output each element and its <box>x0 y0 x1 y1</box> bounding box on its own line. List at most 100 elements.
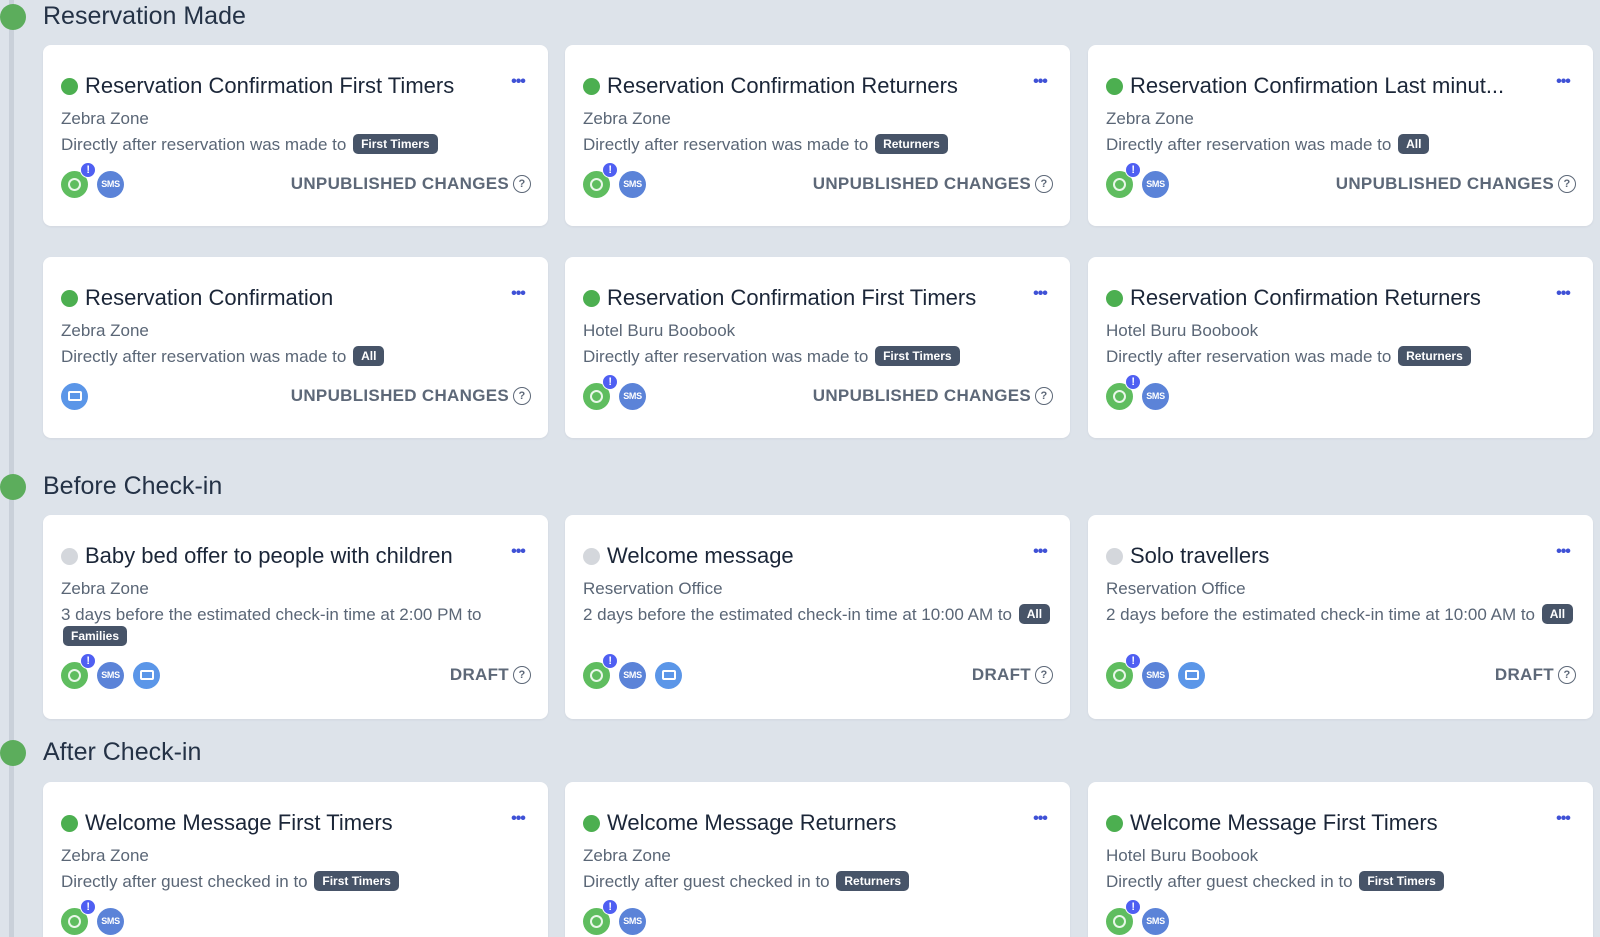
more-options-button[interactable]: ••• <box>506 285 530 305</box>
active-status-dot <box>1106 814 1123 832</box>
whatsapp-icon: ! <box>61 652 96 689</box>
status-text: DRAFT <box>1494 665 1554 684</box>
sms-icon: SMS <box>619 661 646 689</box>
card-title[interactable]: Reservation Confirmation Last minut... <box>1130 73 1504 99</box>
status-label: DRAFT? <box>450 661 531 689</box>
status-label: UNPUBLISHED CHANGES? <box>813 382 1053 410</box>
active-status-dot <box>1106 289 1123 307</box>
help-icon[interactable]: ? <box>1035 666 1053 684</box>
automation-card[interactable]: Reservation Confirmation ••• Zebra Zone Dir… <box>43 257 548 438</box>
card-title[interactable]: Reservation Confirmation Returners <box>1130 285 1481 311</box>
card-trigger: 2 days before the estimated check-in tim… <box>583 604 1052 626</box>
draft-status-dot <box>61 547 78 565</box>
status-label: DRAFT? <box>1495 661 1576 689</box>
channel-icons <box>61 382 97 410</box>
trigger-text: 2 days before the estimated check-in tim… <box>583 605 1013 624</box>
whatsapp-glyph <box>590 389 603 403</box>
email-icon <box>655 661 682 689</box>
card-location: Zebra Zone <box>61 109 149 128</box>
automation-card[interactable]: Welcome message ••• Reservation Office 2 da… <box>565 515 1070 719</box>
automation-card[interactable]: Reservation Confirmation Last minut... ••… <box>1088 45 1593 226</box>
automation-card[interactable]: Reservation Confirmation Returners ••• Hot… <box>1088 257 1593 438</box>
card-header: Baby bed offer to people with children ••… <box>61 541 530 571</box>
card-location: Zebra Zone <box>61 579 149 598</box>
automation-card[interactable]: Reservation Confirmation Returners ••• Zeb… <box>565 45 1070 226</box>
automation-card[interactable]: Reservation Confirmation First Timers •••… <box>565 257 1070 438</box>
help-icon[interactable]: ? <box>1035 387 1053 405</box>
audience-badge: Returners <box>875 134 948 154</box>
audience-badge: First Timers <box>875 346 960 366</box>
whatsapp-icon: ! <box>583 652 618 689</box>
card-trigger: Directly after reservation was made to R… <box>583 134 1052 156</box>
card-location: Zebra Zone <box>1106 109 1194 128</box>
card-location: Zebra Zone <box>61 846 149 865</box>
card-title[interactable]: Welcome Message Returners <box>607 810 896 836</box>
active-status-dot <box>583 289 600 307</box>
more-options-button[interactable]: ••• <box>1551 543 1575 563</box>
card-location: Hotel Buru Boobook <box>1106 846 1259 865</box>
card-title[interactable]: Reservation Confirmation Returners <box>607 73 958 99</box>
more-options-button[interactable]: ••• <box>1551 810 1575 830</box>
card-title[interactable]: Welcome message <box>607 543 794 569</box>
help-icon[interactable]: ? <box>513 387 531 405</box>
whatsapp-glyph <box>590 177 603 191</box>
help-icon[interactable]: ? <box>1558 666 1576 684</box>
channel-icons: ! SMS <box>61 898 133 935</box>
card-location: Reservation Office <box>583 579 723 598</box>
more-options-button[interactable]: ••• <box>1028 285 1052 305</box>
card-location: Zebra Zone <box>583 846 671 865</box>
whatsapp-icon: ! <box>1106 898 1141 935</box>
whatsapp-glyph <box>1113 668 1126 682</box>
card-title[interactable]: Reservation Confirmation First Timers <box>85 73 454 99</box>
alert-icon: ! <box>1125 652 1141 669</box>
card-title[interactable]: Baby bed offer to people with children <box>85 543 453 569</box>
status-text: UNPUBLISHED CHANGES <box>812 386 1031 405</box>
sms-icon: SMS <box>97 661 124 689</box>
more-options-button[interactable]: ••• <box>1028 73 1052 93</box>
more-options-button[interactable]: ••• <box>506 543 530 563</box>
sms-icon: SMS <box>97 170 124 198</box>
automation-card[interactable]: Welcome Message Returners ••• Zebra Zone Di… <box>565 782 1070 937</box>
more-options-button[interactable]: ••• <box>506 810 530 830</box>
envelope-glyph <box>67 391 82 401</box>
card-title[interactable]: Solo travellers <box>1130 543 1269 569</box>
section-title: Reservation Made <box>43 2 246 30</box>
card-title[interactable]: Welcome Message First Timers <box>1130 810 1438 836</box>
card-title[interactable]: Reservation Confirmation <box>85 285 333 311</box>
sms-icon: SMS <box>619 382 646 410</box>
card-trigger: Directly after reservation was made to F… <box>583 346 1052 368</box>
more-options-button[interactable]: ••• <box>1028 543 1052 563</box>
card-trigger: Directly after guest checked in to First… <box>1106 871 1575 893</box>
more-options-button[interactable]: ••• <box>1028 810 1052 830</box>
status-text: DRAFT <box>971 665 1031 684</box>
card-trigger: Directly after reservation was made to A… <box>1106 134 1575 156</box>
more-options-button[interactable]: ••• <box>1551 285 1575 305</box>
card-trigger: Directly after reservation was made to R… <box>1106 346 1575 368</box>
automation-card[interactable]: Welcome Message First Timers ••• Hotel Bur… <box>1088 782 1593 937</box>
automation-card[interactable]: Welcome Message First Timers ••• Zebra Zon… <box>43 782 548 937</box>
whatsapp-glyph <box>1113 914 1126 928</box>
audience-badge: Families <box>63 626 128 646</box>
card-location: Zebra Zone <box>61 321 149 340</box>
email-icon <box>133 661 160 689</box>
whatsapp-icon: ! <box>1106 652 1141 689</box>
card-header: Reservation Confirmation Returners ••• <box>583 71 1052 101</box>
help-icon[interactable]: ? <box>1558 175 1576 193</box>
sms-icon: SMS <box>1142 661 1169 689</box>
sms-icon: SMS <box>1142 382 1169 410</box>
automation-card[interactable]: Solo travellers ••• Reservation Office 2 da… <box>1088 515 1593 719</box>
alert-icon: ! <box>602 898 618 915</box>
help-icon[interactable]: ? <box>1035 175 1053 193</box>
help-icon[interactable]: ? <box>513 666 531 684</box>
automation-card[interactable]: Baby bed offer to people with children ••… <box>43 515 548 719</box>
more-options-button[interactable]: ••• <box>506 73 530 93</box>
card-title[interactable]: Welcome Message First Timers <box>85 810 393 836</box>
card-location: Hotel Buru Boobook <box>583 321 736 340</box>
automation-card[interactable]: Reservation Confirmation First Timers •••… <box>43 45 548 226</box>
help-icon[interactable]: ? <box>513 175 531 193</box>
card-title[interactable]: Reservation Confirmation First Timers <box>607 285 976 311</box>
more-options-button[interactable]: ••• <box>1551 73 1575 93</box>
whatsapp-icon: ! <box>1106 161 1141 198</box>
channel-icons: ! SMS <box>583 161 655 198</box>
whatsapp-glyph <box>1113 177 1126 191</box>
